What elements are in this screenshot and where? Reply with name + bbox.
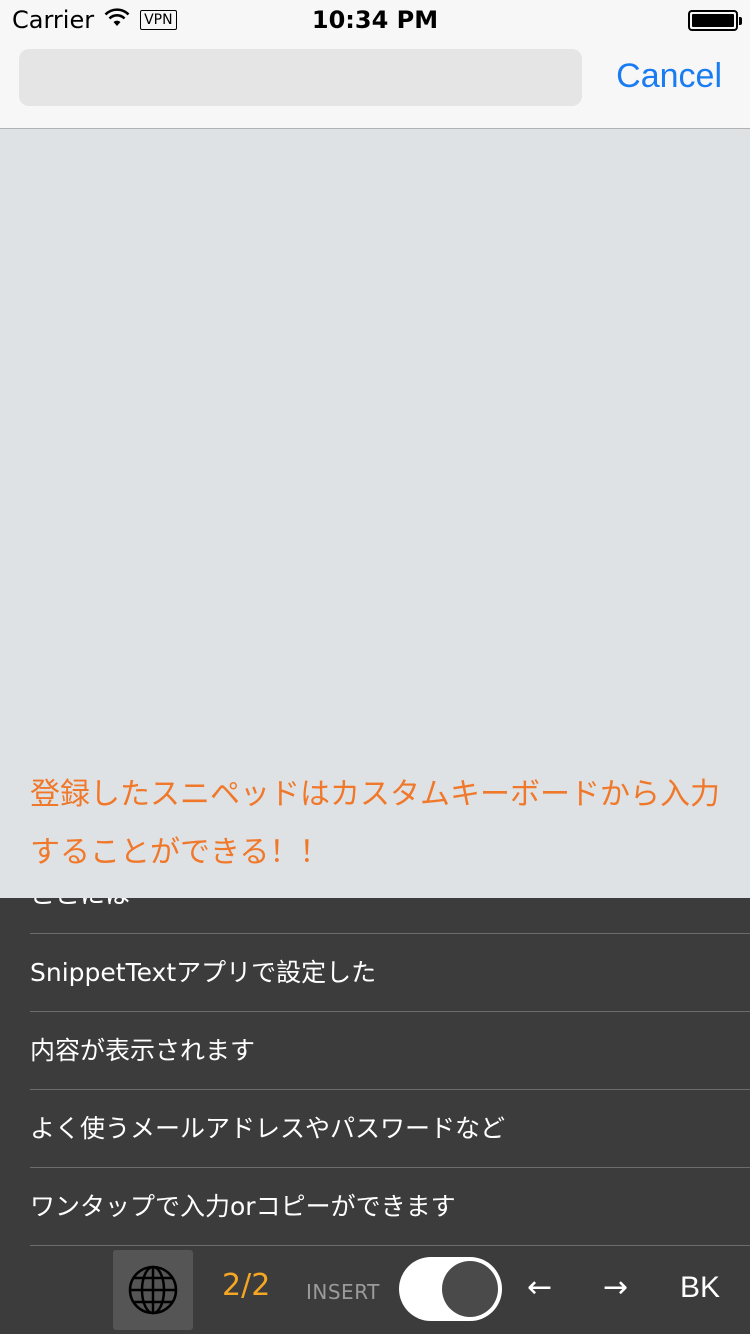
- cancel-button[interactable]: Cancel: [616, 57, 722, 96]
- snippet-list[interactable]: ここには SnippetTextアプリで設定した 内容が表示されます よく使うメ…: [0, 898, 750, 1246]
- keyboard-toolbar: 2/2 INSERT ← → BK: [0, 1248, 750, 1334]
- toggle-knob: [442, 1261, 498, 1317]
- custom-keyboard: ここには SnippetTextアプリで設定した 内容が表示されます よく使うメ…: [0, 898, 750, 1334]
- backspace-button[interactable]: BK: [680, 1271, 720, 1305]
- insert-label: INSERT: [306, 1280, 380, 1304]
- navigation-bar: Cancel: [0, 40, 750, 129]
- snippet-item[interactable]: 内容が表示されます: [30, 1012, 750, 1090]
- insert-toggle[interactable]: [399, 1257, 502, 1321]
- globe-button[interactable]: [113, 1250, 193, 1330]
- snippet-item[interactable]: ワンタップで入力orコピーができます: [30, 1168, 750, 1246]
- status-bar: Carrier VPN 10:34 PM: [0, 0, 750, 40]
- status-time: 10:34 PM: [311, 6, 439, 34]
- battery-tip: [739, 17, 742, 25]
- snippet-item[interactable]: ここには: [30, 898, 750, 934]
- left-arrow-button[interactable]: ←: [527, 1270, 552, 1305]
- snippet-item[interactable]: SnippetTextアプリで設定した: [30, 934, 750, 1012]
- globe-icon: [128, 1265, 178, 1315]
- right-arrow-button[interactable]: →: [603, 1270, 628, 1305]
- search-input[interactable]: [19, 49, 582, 106]
- snippet-item[interactable]: よく使うメールアドレスやパスワードなど: [30, 1090, 750, 1168]
- battery-fill: [692, 14, 734, 27]
- snippet-message: 登録したスニペッドはカスタムキーボードから入力することができる！！: [30, 777, 720, 870]
- page-indicator: 2/2: [222, 1268, 271, 1303]
- battery-icon: [688, 10, 742, 31]
- text-input-area[interactable]: 登録したスニペッドはカスタムキーボードから入力することができる！！: [0, 129, 750, 899]
